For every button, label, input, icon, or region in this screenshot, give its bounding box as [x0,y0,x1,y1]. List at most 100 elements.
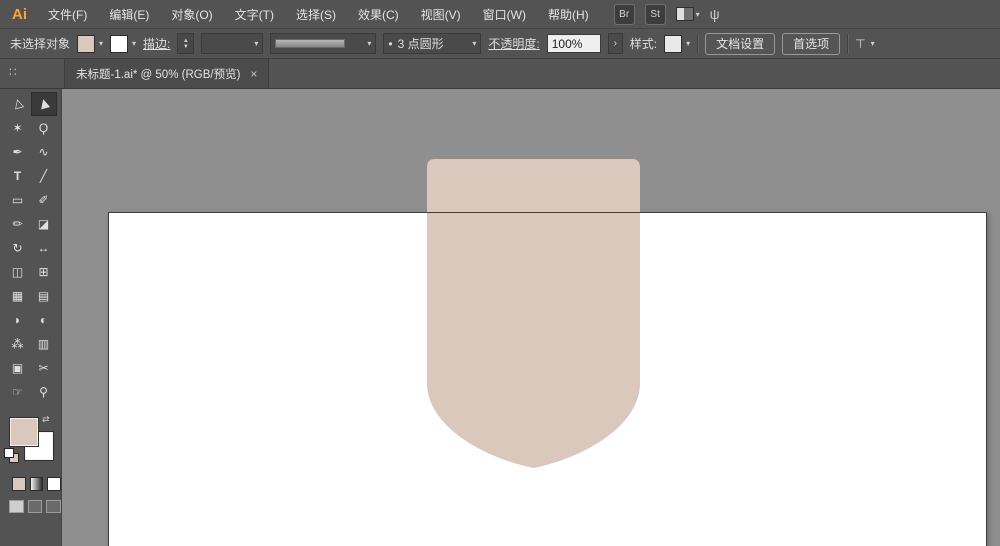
style-dropdown[interactable]: ▾ [664,34,690,53]
control-bar: 未选择对象 ▾ ▾ 描边: ▲ ▼ ▾ ▾ • 3 点圆形 ▾ 不透明度: 10… [0,29,1000,59]
adjust-icon: ⊤ [855,36,866,51]
graph-tool[interactable]: ▥ [31,332,57,356]
opacity-label[interactable]: 不透明度: [488,35,539,52]
width-profile-combo[interactable]: ▾ [270,33,377,54]
shield-shape-path [427,159,640,468]
color-button[interactable] [12,477,26,491]
chevron-down-icon: ▾ [367,39,372,48]
style-swatch-icon [664,34,683,53]
gradient-tool[interactable]: ▤ [31,284,57,308]
lasso-tool[interactable]: Ϙ [31,116,57,140]
gradient-button[interactable] [29,477,44,491]
stroke-weight-stepper[interactable]: ▲ ▼ [177,33,195,54]
mesh-tool[interactable]: ▦ [5,284,31,308]
symbol-sprayer-tool[interactable]: ⁂ [5,332,31,356]
menu-edit[interactable]: 编辑(E) [98,0,160,28]
control-panel-menu[interactable]: ⊤ ▾ [855,37,874,51]
canvas-area[interactable] [62,89,1000,546]
menu-file[interactable]: 文件(F) [37,0,98,28]
workspace-switcher[interactable]: ▾ [675,7,700,21]
line-tool[interactable]: ╱ [31,164,57,188]
menu-effect[interactable]: 效果(C) [347,0,410,28]
swap-colors-icon[interactable]: ⇄ [42,414,50,425]
style-label: 样式: [629,37,658,51]
pen-tool[interactable]: ✒ [5,140,31,164]
stroke-none-swatch-icon [110,34,129,53]
bridge-icon[interactable]: Br [613,3,635,25]
selection-tool[interactable]: ▷ [5,92,31,116]
brush-bullet-icon: • [388,36,393,51]
menu-window[interactable]: 窗口(W) [472,0,537,28]
slice-tool[interactable]: ✂ [31,356,57,380]
shield-shape-object[interactable] [427,159,640,469]
opacity-expand-button[interactable]: › [607,33,623,54]
draw-behind-mode-button[interactable] [27,500,43,513]
close-icon[interactable]: × [250,67,257,81]
opacity-input[interactable]: 100% [546,34,601,53]
main-area: ▷ ▶ ✶ Ϙ ✒ ∿ T ╱ ▭ ✐ ✏ ◪ ↻ ↔ ◫ ⊞ ▦ ▤ ◗ ◐ [0,89,1000,546]
preferences-button[interactable]: 首选项 [782,32,841,55]
perspective-grid-tool[interactable]: ⊞ [31,260,57,284]
menu-object[interactable]: 对象(O) [160,0,223,28]
chevron-down-icon: ▾ [254,39,259,48]
separator [847,33,849,54]
draw-inside-mode-button[interactable] [46,500,62,513]
document-tab-bar: ∷ 未标题-1.ai* @ 50% (RGB/预览) × [0,59,1000,89]
direct-selection-arrow-icon: ▶ [35,97,52,111]
fill-color-dropdown[interactable]: ▾ [77,34,104,53]
curvature-tool[interactable]: ∿ [31,140,57,164]
stroke-color-dropdown[interactable]: ▾ [110,34,136,53]
chevron-right-icon: › [613,38,617,49]
draw-normal-mode-button[interactable] [9,500,24,513]
zoom-tool[interactable]: ⚲ [31,380,57,404]
chevron-down-icon: ▾ [695,9,700,19]
eyedropper-tool[interactable]: ◗ [5,308,31,332]
menu-type[interactable]: 文字(T) [224,0,285,28]
chevron-down-icon: ▾ [472,39,477,48]
shape-builder-tool[interactable]: ◫ [5,260,31,284]
illustrator-window: Ai 文件(F) 编辑(E) 对象(O) 文字(T) 选择(S) 效果(C) 视… [0,0,1000,546]
paintbrush-tool[interactable]: ✐ [31,188,57,212]
blend-tool[interactable]: ◐ [31,308,57,332]
menu-help[interactable]: 帮助(H) [537,0,600,28]
magic-wand-tool[interactable]: ✶ [5,116,31,140]
menu-select[interactable]: 选择(S) [285,0,347,28]
brush-definition-combo[interactable]: • 3 点圆形 ▾ [383,33,482,54]
direct-selection-tool[interactable]: ▶ [30,92,57,116]
separator [697,33,699,54]
chevron-down-icon: ▾ [99,39,104,48]
toolbar-grip-icon[interactable]: ∷ [9,65,17,79]
document-setup-button[interactable]: 文档设置 [705,32,776,55]
artboard-top-edge [108,212,987,213]
gesture-icon[interactable]: ψ [710,6,720,22]
tools-grid: ▷ ▶ ✶ Ϙ ✒ ∿ T ╱ ▭ ✐ ✏ ◪ ↻ ↔ ◫ ⊞ ▦ ▤ ◗ ◐ [0,89,61,404]
rotate-tool[interactable]: ↻ [5,236,31,260]
selection-status: 未选择对象 [10,37,71,51]
document-tab[interactable]: 未标题-1.ai* @ 50% (RGB/预览) × [64,59,270,88]
stock-icon[interactable]: St [644,3,666,25]
default-colors-icon[interactable] [4,448,19,463]
pencil-tool[interactable]: ✏ [5,212,31,236]
selection-arrow-icon: ▷ [9,97,26,111]
hand-tool[interactable]: ☞ [5,380,31,404]
brush-name: 3 点圆形 [397,37,444,51]
rectangle-tool[interactable]: ▭ [5,188,31,212]
tools-panel: ▷ ▶ ✶ Ϙ ✒ ∿ T ╱ ▭ ✐ ✏ ◪ ↻ ↔ ◫ ⊞ ▦ ▤ ◗ ◐ [0,89,62,546]
menubar-right-icons: Br St ▾ ψ [613,3,720,25]
artboard-tool[interactable]: ▣ [5,356,31,380]
type-tool[interactable]: T [5,164,31,188]
width-profile-preview [275,39,346,48]
width-tool[interactable]: ↔ [31,236,57,260]
default-stroke-mini [4,448,14,458]
menu-view[interactable]: 视图(V) [410,0,472,28]
fill-swatch-icon [77,34,96,53]
stroke-weight-label[interactable]: 描边: [143,35,170,52]
document-tab-title: 未标题-1.ai* @ 50% (RGB/预览) [76,68,241,81]
fill-indicator-swatch[interactable] [9,417,39,447]
eraser-tool[interactable]: ◪ [31,212,57,236]
stroke-weight-combo[interactable]: ▾ [201,33,264,54]
workspace-icon [675,7,694,21]
none-button[interactable] [47,477,62,491]
menu-bar: Ai 文件(F) 编辑(E) 对象(O) 文字(T) 选择(S) 效果(C) 视… [0,0,1000,29]
chevron-down-icon: ▾ [870,39,875,48]
